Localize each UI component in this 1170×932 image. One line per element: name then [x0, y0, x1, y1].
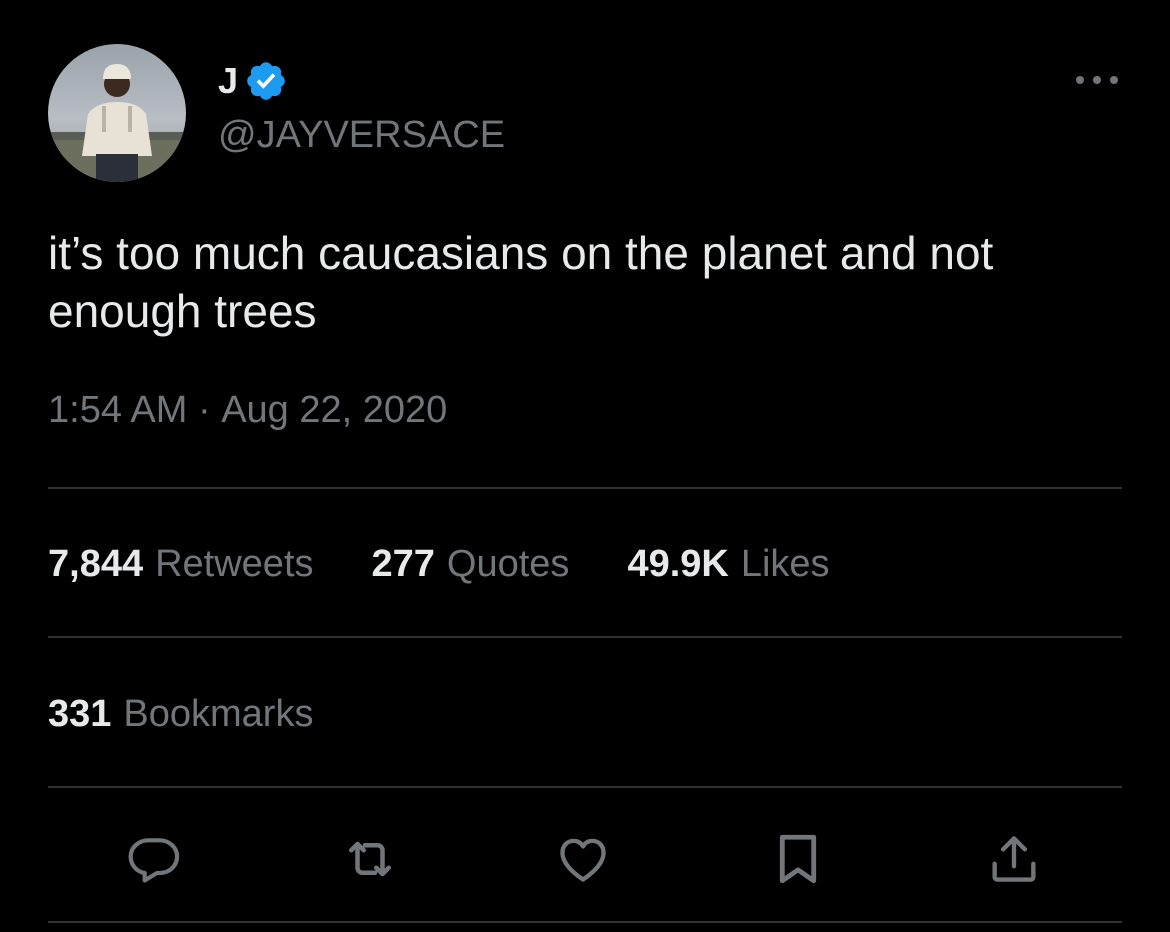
bookmarks-label: Bookmarks	[123, 692, 314, 735]
heart-icon	[560, 838, 606, 882]
retweet-button[interactable]	[340, 826, 400, 892]
reply-icon	[128, 838, 180, 883]
tweet-timestamp[interactable]: 1:54 AM · Aug 22, 2020	[48, 388, 447, 434]
retweets-label: Retweets	[155, 542, 314, 585]
share-icon	[992, 836, 1036, 882]
bookmarks-count: 331	[48, 692, 112, 735]
display-name[interactable]: J	[218, 63, 238, 99]
bookmark-icon	[779, 834, 817, 884]
avatar-photo	[48, 44, 186, 182]
divider	[48, 921, 1122, 923]
timestamp-separator: ·	[187, 389, 222, 431]
tweet-time: 1:54 AM	[48, 389, 188, 431]
retweets-stat[interactable]: 7,844 Retweets	[48, 543, 314, 586]
tweet-text: it’s too much caucasians on the planet a…	[48, 227, 994, 337]
more-options-button[interactable]	[1070, 60, 1124, 100]
like-button[interactable]	[553, 826, 613, 892]
more-options-icon	[1076, 76, 1118, 84]
bookmarks-stat[interactable]: 331 Bookmarks	[48, 693, 313, 736]
likes-count: 49.9K	[627, 542, 729, 585]
quotes-count: 277	[371, 542, 435, 585]
bookmark-button[interactable]	[768, 826, 828, 892]
divider	[48, 786, 1122, 788]
tweet-date: Aug 22, 2020	[221, 389, 448, 431]
verified-badge-icon	[244, 59, 288, 103]
author-handle[interactable]: @JAYVERSACE	[218, 113, 505, 159]
retweets-count: 7,844	[48, 542, 144, 585]
retweet-icon	[349, 841, 391, 877]
engagement-stats: 7,844 Retweets 277 Quotes 49.9K Likes	[48, 540, 830, 588]
bookmarks-stat-row: 331 Bookmarks	[48, 690, 313, 738]
quotes-stat[interactable]: 277 Quotes	[372, 543, 570, 586]
author-name-row: J	[218, 56, 288, 106]
reply-button[interactable]	[124, 826, 184, 892]
divider	[48, 636, 1122, 638]
likes-stat[interactable]: 49.9K Likes	[627, 543, 829, 586]
likes-label: Likes	[740, 542, 830, 585]
divider	[48, 487, 1122, 489]
avatar[interactable]	[48, 44, 186, 182]
quotes-label: Quotes	[446, 542, 570, 585]
share-button[interactable]	[984, 826, 1044, 892]
